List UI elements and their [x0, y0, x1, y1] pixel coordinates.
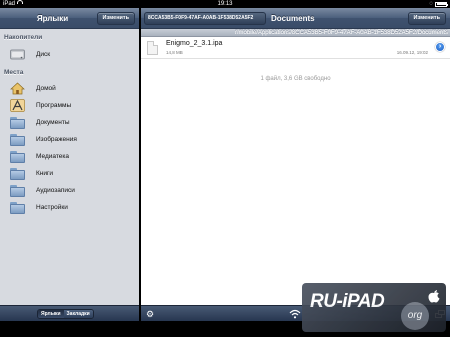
sidebar-item-books[interactable]: Книги	[0, 165, 139, 182]
status-time: 19:13	[217, 1, 233, 7]
sidebar-item-label: Настройки	[36, 204, 68, 211]
battery-icon	[435, 1, 448, 7]
section-header-places: Места	[4, 69, 24, 76]
sidebar-navbar: Ярлыки Изменить	[0, 8, 139, 29]
sidebar-item-label: Изображения	[36, 136, 77, 143]
sidebar-item-disk[interactable]: Диск	[0, 46, 139, 63]
folder-icon	[10, 133, 25, 146]
wifi-icon[interactable]	[289, 309, 301, 319]
file-size: 14,8 MB	[166, 50, 183, 55]
disclosure-button[interactable]: ›	[435, 42, 445, 52]
file-icon	[147, 41, 158, 55]
file-date: 16.09.12, 19:02	[396, 50, 428, 55]
sidebar-segmented-control: Ярлыки Закладки	[37, 309, 94, 319]
applications-icon	[10, 99, 25, 112]
sidebar-item-label: Диск	[36, 51, 51, 58]
tab-shortcuts[interactable]: Ярлыки	[38, 310, 64, 318]
gear-icon[interactable]: ⚙	[146, 309, 156, 319]
file-browser: 8CCA53B5-F0F9-47AF-A0AB-1F538D52A5F2 Doc…	[141, 8, 450, 321]
sidebar: Ярлыки Изменить Накопители Диск Места До…	[0, 8, 139, 321]
watermark-suffix: org	[401, 302, 429, 330]
sidebar-item-label: Медиатека	[36, 153, 69, 160]
status-right: ◌	[429, 0, 448, 8]
folder-icon	[10, 150, 25, 163]
browser-navbar: 8CCA53B5-F0F9-47AF-A0AB-1F538D52A5F2 Doc…	[141, 8, 450, 29]
folder-title: Documents	[271, 14, 315, 23]
tab-bookmarks[interactable]: Закладки	[63, 310, 93, 318]
lock-rotation-icon: ◌	[429, 1, 433, 7]
home-icon	[10, 82, 25, 95]
storage-summary: 1 файл, 3,6 GB свободно	[260, 76, 331, 82]
sidebar-item-home[interactable]: Домой	[0, 80, 139, 97]
sidebar-item-settings[interactable]: Настройки	[0, 199, 139, 216]
folder-icon	[10, 116, 25, 129]
sidebar-item-audio[interactable]: Аудиозаписи	[0, 182, 139, 199]
status-bar: iPad 19:13 ◌	[0, 0, 450, 8]
sidebar-item-applications[interactable]: Программы	[0, 97, 139, 114]
sidebar-item-label: Аудиозаписи	[36, 187, 75, 194]
watermark-text: RU-iPAD	[310, 291, 385, 312]
path-bar: r/mobile/Applications/8CCA53B5-F0F9-47AF…	[141, 29, 450, 37]
sidebar-item-media-library[interactable]: Медиатека	[0, 148, 139, 165]
file-name: Enigmo_2_3.1.ipa	[166, 40, 223, 47]
sidebar-toolbar: Ярлыки Закладки	[0, 305, 139, 321]
browser-edit-button[interactable]: Изменить	[407, 12, 446, 25]
sidebar-item-label: Программы	[36, 102, 72, 109]
sidebar-title: Ярлыки	[36, 14, 69, 23]
file-row[interactable]: Enigmo_2_3.1.ipa 14,8 MB 16.09.12, 19:02…	[141, 37, 450, 59]
disk-icon	[10, 49, 25, 60]
back-path-button[interactable]: 8CCA53B5-F0F9-47AF-A0AB-1F538D52A5F2	[144, 12, 266, 25]
sidebar-item-documents[interactable]: Документы	[0, 114, 139, 131]
sidebar-item-label: Документы	[36, 119, 70, 126]
apple-logo-icon	[428, 290, 440, 303]
sidebar-edit-button[interactable]: Изменить	[96, 12, 135, 25]
section-header-drives: Накопители	[4, 34, 43, 41]
watermark-logo: RU-iPAD org	[302, 283, 446, 332]
folder-icon	[10, 184, 25, 197]
sidebar-item-label: Книги	[36, 170, 54, 177]
folder-icon	[10, 167, 25, 180]
folder-icon	[10, 201, 25, 214]
sidebar-item-label: Домой	[36, 85, 56, 92]
sidebar-item-images[interactable]: Изображения	[0, 131, 139, 148]
